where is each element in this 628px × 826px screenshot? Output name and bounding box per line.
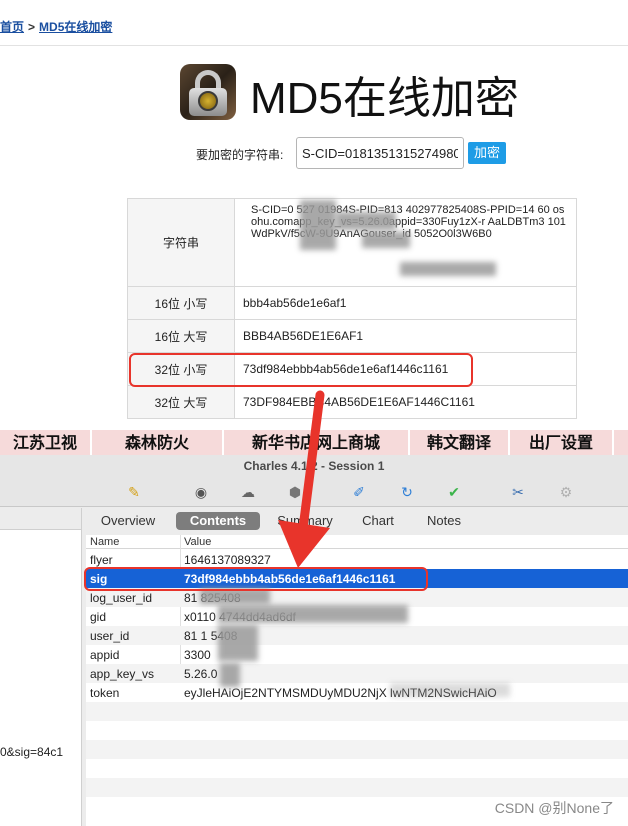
param-value: 5.26.0 [184,667,218,681]
table-row[interactable]: app_key_vs 5.26.0 [86,664,628,683]
nav-item[interactable]: 出厂设置 [510,430,614,455]
highlight-32bit-lowercase [129,353,473,387]
param-name: token [90,686,120,700]
row-value: 73DF984EBBB4AB56DE1E6AF1446C1161 [234,385,577,419]
string-input[interactable] [296,137,464,169]
charles-window: Charles 4.1.2 - Session 1 ✎ ◉ ☁ ⬢ ✐ ↻ ✔ … [0,455,628,826]
lock-logo-icon [180,64,236,120]
breadcrumb-current-link[interactable]: MD5在线加密 [39,20,112,34]
param-value: 3300 [184,648,211,662]
request-url-snippet[interactable]: 0&sig=84c1 [0,745,63,759]
stop-icon[interactable]: ⬢ [285,482,305,502]
breadcrumb-separator: > [28,20,36,34]
row-value: bbb4ab56de1e6af1 [234,286,577,320]
redaction-blur [400,262,496,276]
row-value: BBB4AB56DE1E6AF1 [234,319,577,353]
page-title: MD5在线加密 [250,74,519,123]
tab-summary[interactable]: Summary [266,512,344,530]
param-name: gid [90,610,107,624]
md5-webpage: 首页>MD5在线加密 MD5在线加密 要加密的字符串: 加密 字符串 S-CID… [0,0,628,455]
turtle-icon[interactable]: ☁ [238,482,258,502]
redaction-blur [362,232,410,248]
window-title: Charles 4.1.2 - Session 1 [0,455,628,477]
tab-contents[interactable]: Contents [176,512,260,530]
tab-overview[interactable]: Overview [88,512,168,530]
tab-chart[interactable]: Chart [350,512,406,530]
breadcrumb: 首页 > MD5在线加密 [0,0,628,46]
param-name: flyer [90,553,113,567]
watermark: CSDN @别None了 [494,800,614,816]
table-row: 32位 大写 73DF984EBBB4AB56DE1E6AF1446C1161 [127,385,577,419]
redaction-blur [300,200,336,250]
table-header: Name Value [86,535,628,549]
nav-item[interactable]: 韩文翻译 [410,430,510,455]
refresh-icon[interactable]: ↻ [397,482,417,502]
table-row[interactable]: appid 3300 [86,645,628,664]
param-name: user_id [90,629,130,643]
param-name: appid [90,648,120,662]
redaction-blur [218,605,408,623]
tools-icon[interactable]: ✂ [508,482,528,502]
param-name: app_key_vs [90,667,155,681]
record-icon[interactable]: ◉ [191,482,211,502]
input-label: 要加密的字符串: [196,148,284,162]
column-name-header[interactable]: Name [90,536,119,548]
nav-item[interactable]: 新华书店网上商城 [224,430,410,455]
row-key: 16位 大写 [127,319,235,353]
redaction-blur [220,663,240,687]
check-icon[interactable]: ✔ [444,482,464,502]
table-row: 16位 大写 BBB4AB56DE1E6AF1 [127,319,577,353]
encrypt-button[interactable]: 加密 [468,142,506,164]
nav-item[interactable]: 江苏卫视 [0,430,92,455]
column-value-header[interactable]: Value [184,536,211,548]
session-sidebar: 0&sig=84c1 [0,508,82,826]
table-row[interactable]: token eyJleHAiOjE2NTYMSMDUyMDU2NjX lwNTM… [86,683,628,702]
row-key: 16位 小写 [127,286,235,320]
redaction-blur [390,683,510,697]
redaction-blur [336,212,396,230]
broom-icon[interactable]: ✎ [124,482,144,502]
toolbar: ✎ ◉ ☁ ⬢ ✐ ↻ ✔ ✂ ⚙ [0,477,628,507]
breadcrumb-home-link[interactable]: 首页 [0,20,24,34]
param-name: log_user_id [90,591,153,605]
redaction-blur [218,625,258,661]
highlight-sig-row [84,567,428,591]
table-row[interactable]: user_id 81 1 5408 [86,626,628,645]
nav-item[interactable]: 森林防火 [92,430,224,455]
pen-icon[interactable]: ✐ [349,482,369,502]
row-key: 字符串 [127,198,235,287]
table-row: 16位 小写 bbb4ab56de1e6af1 [127,286,577,320]
settings-icon[interactable]: ⚙ [556,482,576,502]
tab-notes[interactable]: Notes [416,512,472,530]
row-key: 32位 大写 [127,385,235,419]
nav-bar: 江苏卫视 森林防火 新华书店网上商城 韩文翻译 出厂设置 [0,430,628,455]
param-value: 1646137089327 [184,553,271,567]
